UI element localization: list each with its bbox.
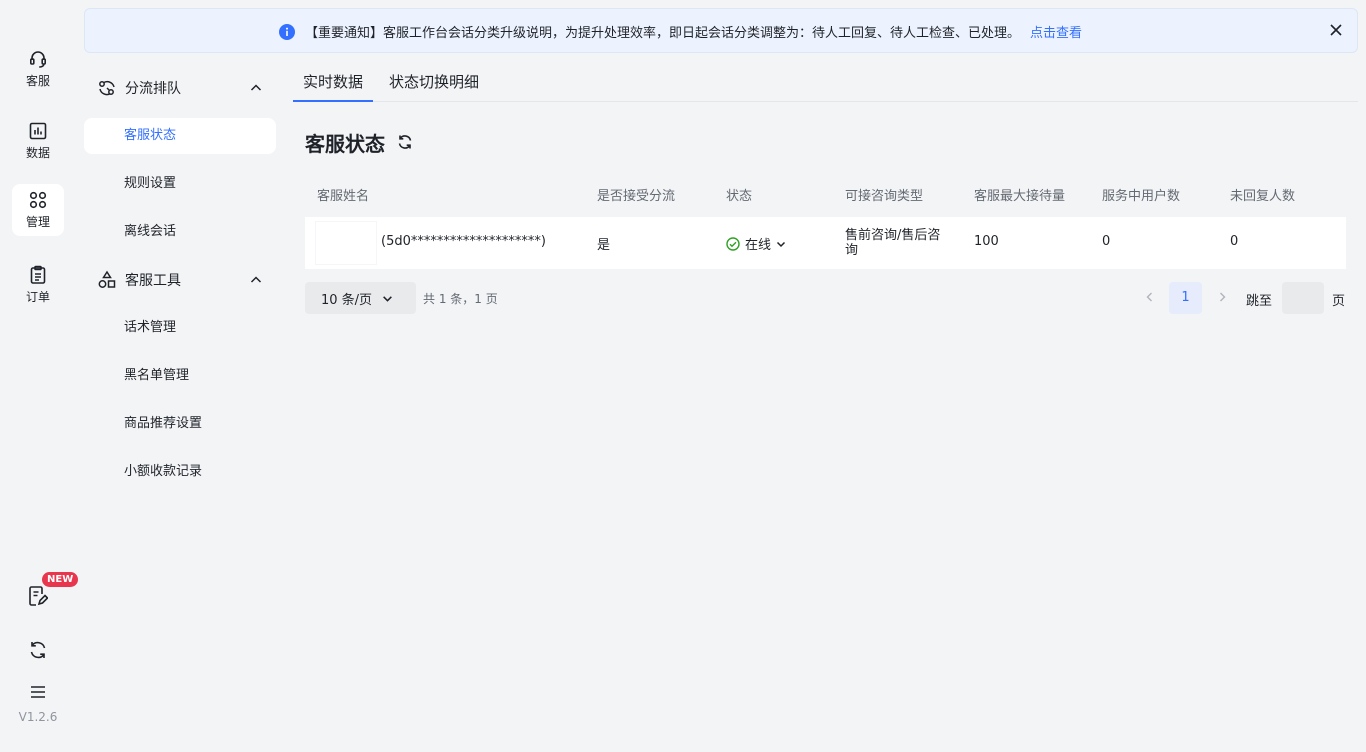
check-circle-icon: [726, 236, 740, 251]
left-rail: 客服 数据 管理 订单 NEW V1.2.6: [0, 0, 79, 752]
page-title: 客服状态: [305, 132, 385, 156]
avatar: [315, 221, 377, 265]
menu-item-blacklist[interactable]: 黑名单管理: [84, 358, 276, 394]
table-row: (5d0********************) 是 在线 售前咨询/售后咨 …: [305, 217, 1346, 269]
unreplied-count-value: 0: [1230, 234, 1239, 249]
apps-icon: [28, 190, 48, 210]
menu-group-tools[interactable]: 客服工具: [84, 262, 276, 298]
refresh-icon[interactable]: [397, 134, 413, 150]
rail-notes-button[interactable]: [0, 585, 76, 607]
tab-bar: 实时数据 状态切换明细: [293, 65, 1358, 102]
notice-link[interactable]: 点击查看: [1030, 22, 1082, 41]
page-number-button[interactable]: 1: [1169, 282, 1202, 314]
notice-text: 【重要通知】客服工作台会话分类升级说明，为提升处理效率，即日起会话分类调整为：待…: [305, 26, 1021, 41]
column-header: 状态: [726, 189, 753, 204]
accept-routing-value: 是: [597, 238, 611, 253]
chevron-up-icon: [250, 274, 262, 286]
info-icon: [279, 23, 295, 40]
rail-item-label: 订单: [25, 290, 50, 304]
table-header: 客服姓名 是否接受分流 状态 可接咨询类型 客服最大接待量 服务中用户数 未回复…: [305, 177, 1346, 217]
status-dropdown[interactable]: 在线: [726, 234, 786, 253]
chevron-down-icon: [776, 239, 786, 249]
tab-realtime-data[interactable]: 实时数据: [293, 65, 373, 102]
serving-count-value: 0: [1102, 234, 1111, 249]
total-count: 共 1 条，1 页: [423, 292, 498, 306]
shapes-icon: [97, 270, 117, 290]
rail-item-manage[interactable]: 管理: [12, 184, 64, 236]
rail-item-label: 客服: [25, 74, 50, 88]
menu-item-scripts[interactable]: 话术管理: [84, 310, 276, 346]
page-suffix-label: 页: [1332, 294, 1346, 309]
column-header: 可接咨询类型: [845, 189, 924, 204]
rail-item-label: 管理: [25, 215, 50, 229]
chevron-up-icon: [250, 82, 262, 94]
jump-to-label: 跳至: [1246, 294, 1273, 309]
prev-page-icon[interactable]: [1143, 290, 1157, 304]
notice-bar: 【重要通知】客服工作台会话分类升级说明，为提升处理效率，即日起会话分类调整为：待…: [84, 8, 1358, 53]
column-header: 客服最大接待量: [974, 189, 1066, 204]
menu-item-rule-settings[interactable]: 规则设置: [84, 166, 276, 202]
rail-item-label: 数据: [25, 146, 50, 160]
new-badge: NEW: [42, 572, 79, 587]
chevron-down-icon: [382, 293, 393, 304]
close-icon[interactable]: [1329, 23, 1343, 37]
clipboard-icon: [28, 265, 48, 285]
column-header: 服务中用户数: [1102, 189, 1181, 204]
rail-sync-button[interactable]: [0, 640, 76, 660]
page-size-label: 10 条/页: [321, 292, 373, 308]
consult-types: 售前咨询/售后咨 询: [845, 228, 940, 258]
menu-item-offline-sessions[interactable]: 离线会话: [84, 214, 276, 250]
page-size-select[interactable]: 10 条/页: [305, 282, 416, 314]
routing-icon: [97, 78, 117, 98]
hamburger-icon: [29, 684, 47, 700]
consult-types-line: 询: [845, 243, 859, 258]
menu-item-small-payments[interactable]: 小额收款记录: [84, 454, 276, 490]
rail-menu-button[interactable]: [0, 684, 76, 700]
max-capacity-value: 100: [974, 234, 999, 249]
next-page-icon[interactable]: [1215, 290, 1229, 304]
rail-item-orders[interactable]: 订单: [12, 259, 64, 311]
menu-item-product-recommend[interactable]: 商品推荐设置: [84, 406, 276, 442]
menu-group-label: 客服工具: [125, 273, 181, 289]
headset-icon: [28, 49, 48, 69]
agent-name: (5d0********************): [381, 234, 546, 249]
edit-note-icon: [28, 585, 48, 607]
version-label: V1.2.6: [18, 710, 58, 724]
jump-page-input[interactable]: [1282, 282, 1324, 314]
column-header: 客服姓名: [317, 189, 370, 204]
menu-group-label: 分流排队: [125, 81, 181, 97]
menu-group-routing[interactable]: 分流排队: [84, 70, 276, 106]
tab-status-switch-detail[interactable]: 状态切换明细: [389, 65, 479, 102]
column-header: 未回复人数: [1230, 189, 1296, 204]
column-header: 是否接受分流: [597, 189, 676, 204]
rail-item-service[interactable]: 客服: [12, 43, 64, 95]
sync-icon: [28, 640, 48, 660]
bar-chart-icon: [28, 121, 48, 141]
menu-item-agent-status[interactable]: 客服状态: [84, 118, 276, 154]
rail-item-data[interactable]: 数据: [12, 115, 64, 167]
status-label: 在线: [745, 238, 772, 253]
consult-types-line: 售前咨询/售后咨: [845, 228, 941, 243]
